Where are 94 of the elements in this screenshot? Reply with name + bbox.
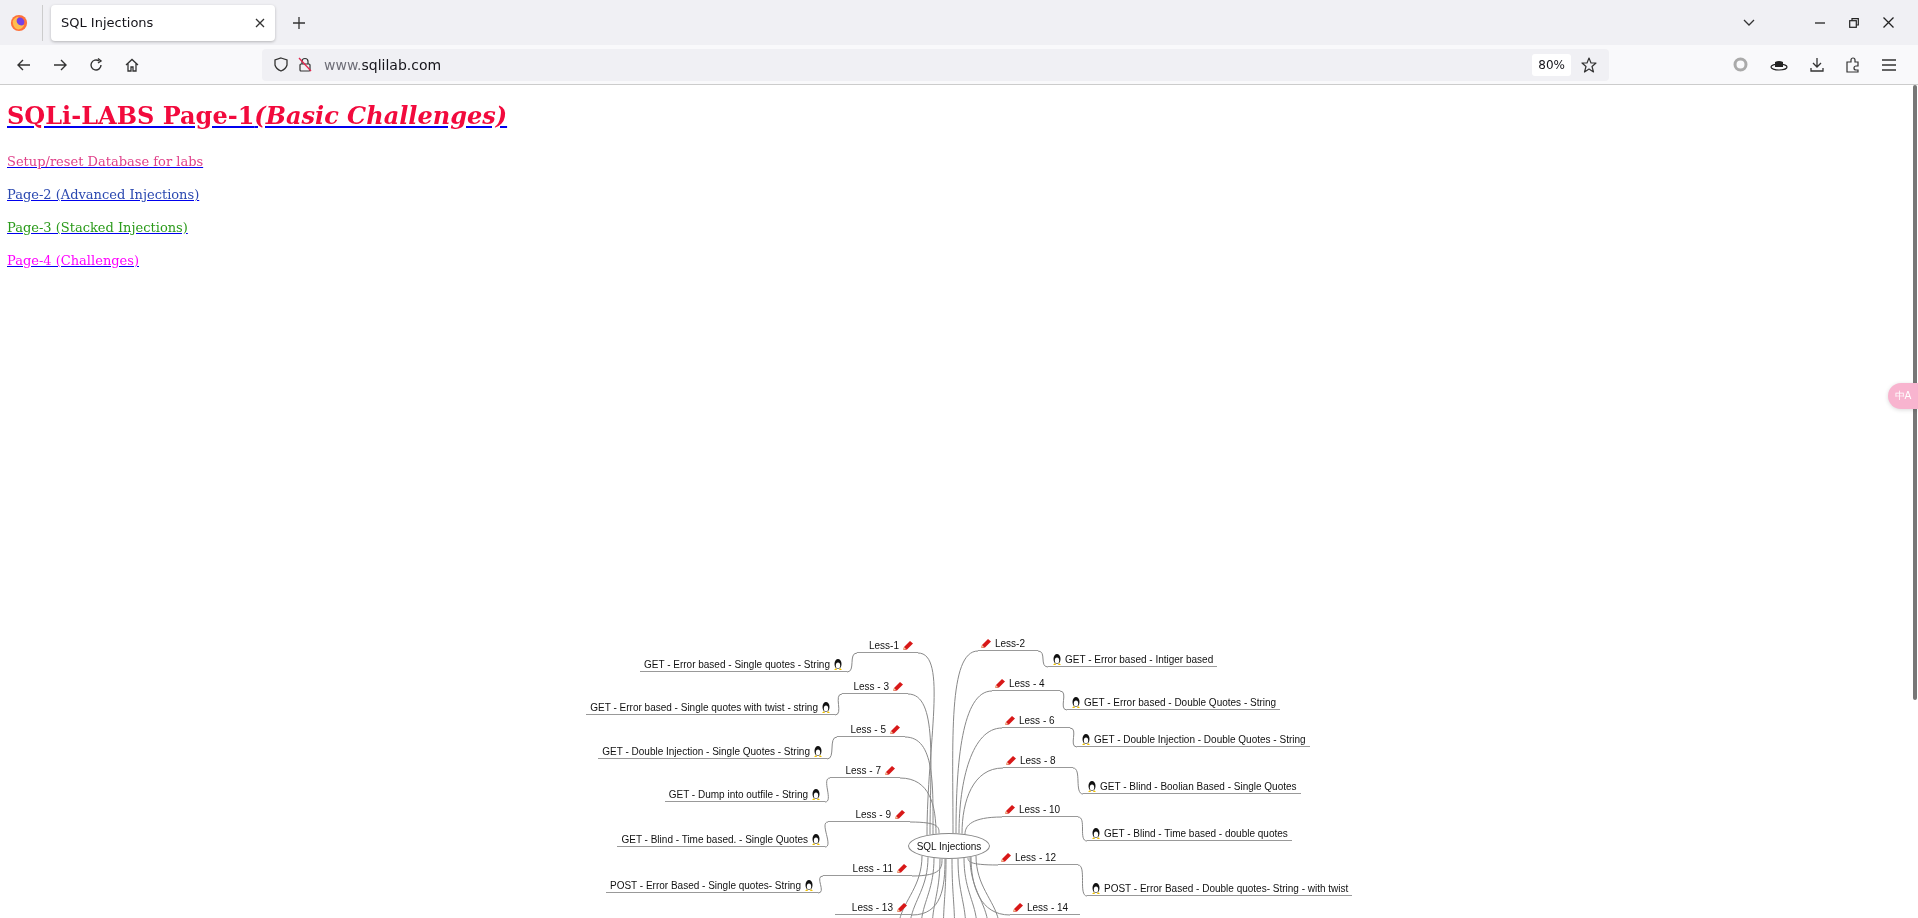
- star-icon[interactable]: [1581, 56, 1597, 73]
- penguin-icon: [811, 833, 821, 845]
- connector-line: [824, 777, 831, 803]
- lesson-node: Less - 8: [1003, 753, 1073, 768]
- pencil-icon: [896, 862, 908, 874]
- lesson-node: Less - 6: [1002, 713, 1070, 728]
- page-link[interactable]: Page-4 (Challenges): [7, 253, 139, 268]
- connector-line: [826, 736, 838, 760]
- topic-node: GET - Blind - Time based - double quotes: [1087, 826, 1292, 841]
- connector-line: [1069, 727, 1078, 748]
- reload-icon[interactable]: [89, 57, 103, 72]
- pencil-icon: [1012, 901, 1024, 913]
- forward-arrow-icon[interactable]: [53, 58, 67, 71]
- pencil-icon: [884, 764, 896, 776]
- central-node: SQL Injections: [908, 833, 990, 859]
- penguin-icon: [1071, 696, 1081, 708]
- pencil-icon: [889, 723, 901, 735]
- connector-line: [951, 858, 955, 918]
- close-icon[interactable]: [1883, 17, 1894, 28]
- topic-node: POST - Error Based - Single quotes- String: [606, 878, 818, 893]
- restore-icon[interactable]: [1849, 17, 1859, 28]
- shield-icon[interactable]: [274, 57, 288, 72]
- pencil-icon: [994, 677, 1006, 689]
- hat-icon[interactable]: [1770, 58, 1788, 71]
- crossed-lock-icon[interactable]: [298, 57, 312, 72]
- address-bar[interactable]: www.sqlilab.com 80%: [262, 48, 1609, 81]
- connector-line: [1037, 650, 1049, 668]
- penguin-icon: [813, 745, 823, 757]
- connector-line: [1072, 767, 1084, 795]
- topic-node: GET - Error based - Single quotes with twist - string: [586, 700, 835, 715]
- page-link[interactable]: Page-3 (Stacked Injections): [7, 220, 188, 235]
- connector-line: [846, 652, 858, 673]
- pencil-icon: [896, 901, 908, 913]
- new-tab-icon[interactable]: [293, 16, 305, 29]
- topic-node: GET - Blind - Boolian Based - Single Quotes: [1083, 779, 1301, 794]
- lesson-node: Less - 9: [828, 807, 910, 822]
- penguin-icon: [811, 788, 821, 800]
- pencil-icon: [902, 639, 914, 651]
- browser-tab[interactable]: SQL Injections: [51, 4, 275, 41]
- scrollbar-thumb[interactable]: [1913, 85, 1917, 700]
- penguin-icon: [1087, 780, 1097, 792]
- minimize-icon[interactable]: [1815, 21, 1825, 24]
- lesson-node: Less-2: [978, 636, 1038, 651]
- lesson-node: Less-1: [857, 638, 918, 653]
- penguin-icon: [804, 879, 814, 891]
- connector-line: [1077, 816, 1088, 842]
- penguin-icon: [833, 658, 843, 670]
- home-icon[interactable]: [125, 57, 139, 72]
- page-link[interactable]: Page-2 (Advanced Injections): [7, 187, 200, 202]
- zoom-level-button[interactable]: 80%: [1532, 53, 1571, 76]
- penguin-icon: [1052, 653, 1062, 665]
- page-link[interactable]: Setup/reset Database for labs: [7, 154, 204, 169]
- connector-line: [1059, 690, 1068, 711]
- close-icon[interactable]: [255, 17, 265, 28]
- menu-icon[interactable]: [1882, 58, 1896, 71]
- topic-node: GET - Blind - Time based. - Single Quotes: [617, 832, 825, 847]
- connector-line: [1077, 864, 1088, 897]
- lesson-node: Less - 5: [837, 722, 905, 737]
- penguin-icon: [1081, 733, 1091, 745]
- lesson-node: Less - 13: [835, 900, 912, 915]
- back-arrow-icon[interactable]: [17, 58, 31, 71]
- chevron-down-icon[interactable]: [1743, 19, 1755, 26]
- penguin-icon: [1091, 882, 1101, 894]
- topic-node: GET - Double Injection - Single Quotes - String: [598, 744, 827, 759]
- pencil-icon: [1000, 851, 1012, 863]
- topic-node: GET - Error based - Double Quotes - String: [1067, 695, 1281, 710]
- connector-line: [834, 693, 843, 716]
- pencil-icon: [894, 808, 906, 820]
- topic-node: GET - Dump into outfile - String: [664, 787, 825, 802]
- topic-node: GET - Error based - Single quotes - String: [640, 657, 847, 672]
- lesson-node: Less - 12: [998, 850, 1078, 865]
- lesson-node: Less - 4: [992, 676, 1060, 691]
- penguin-icon: [1091, 827, 1101, 839]
- lesson-node: Less - 3: [842, 679, 908, 694]
- lesson-node: Less - 7: [830, 763, 900, 778]
- connector-line: [824, 821, 829, 848]
- url-text: www.sqlilab.com: [324, 56, 442, 73]
- pencil-icon: [1005, 754, 1017, 766]
- page-heading-link[interactable]: SQLi-LABS Page-1(Basic Challenges): [7, 101, 508, 130]
- lesson-node: Less - 11: [823, 861, 912, 876]
- topic-node: GET - Error based - Intiger based: [1048, 652, 1218, 667]
- pencil-icon: [1004, 803, 1016, 815]
- puzzle-piece-icon[interactable]: [1846, 56, 1860, 73]
- connector-line: [817, 875, 824, 894]
- topic-node: GET - Double Injection - Double Quotes - String: [1077, 732, 1310, 747]
- pencil-icon: [980, 637, 992, 649]
- pencil-icon: [892, 680, 904, 692]
- lesson-node: Less - 14: [1010, 900, 1080, 915]
- pencil-icon: [1004, 714, 1016, 726]
- download-icon[interactable]: [1810, 57, 1824, 72]
- penguin-icon: [821, 701, 831, 713]
- browser-logo-icon[interactable]: [10, 13, 28, 32]
- topic-node: POST - Error Based - Double quotes- String - with twist: [1087, 881, 1353, 896]
- lesson-node: Less - 10: [1002, 802, 1078, 817]
